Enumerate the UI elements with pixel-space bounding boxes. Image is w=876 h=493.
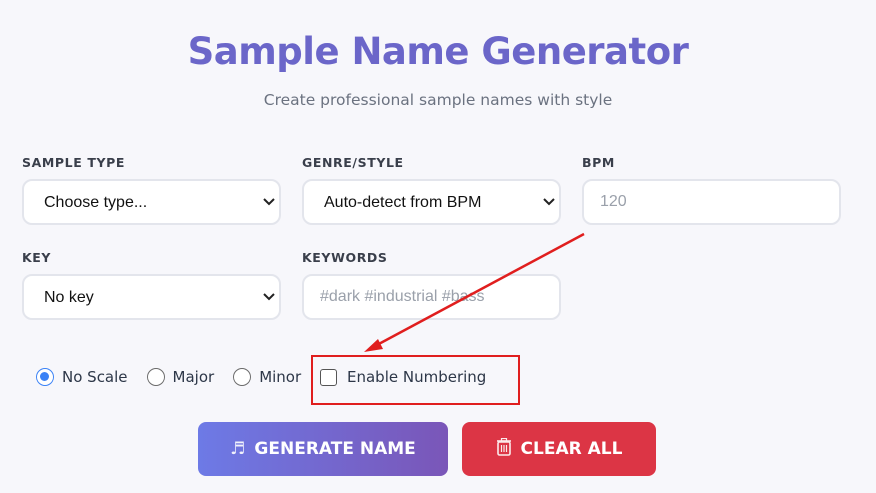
music-note-icon: ♬ <box>230 439 246 459</box>
annotation-arrow <box>364 232 585 352</box>
clear-all-button[interactable]: CLEAR ALL <box>462 422 656 476</box>
trash-icon <box>496 437 512 461</box>
generate-name-button[interactable]: ♬ GENERATE NAME <box>198 422 448 476</box>
generate-name-label: GENERATE NAME <box>254 439 416 459</box>
clear-all-label: CLEAR ALL <box>520 439 623 459</box>
